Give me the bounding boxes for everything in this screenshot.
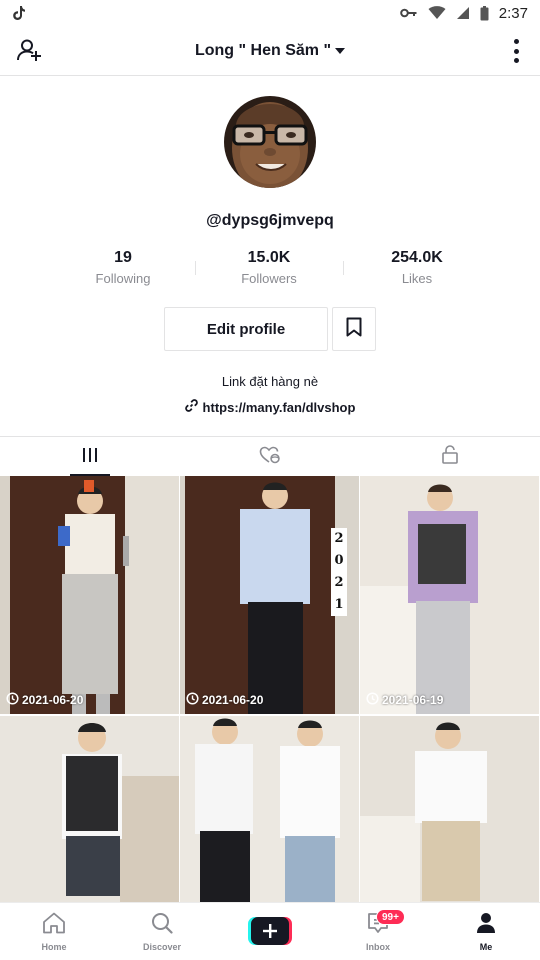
favorites-button[interactable] bbox=[332, 307, 376, 351]
tiktok-icon bbox=[12, 5, 26, 21]
wifi-icon bbox=[428, 6, 446, 20]
video-thumbnail[interactable] bbox=[360, 716, 539, 902]
home-icon bbox=[42, 912, 66, 939]
video-thumbnail[interactable] bbox=[0, 716, 179, 902]
video-thumbnail[interactable]: 2021-06-20 bbox=[0, 476, 179, 714]
overlay-char: 1 bbox=[334, 597, 344, 612]
video-date: 2021-06-20 bbox=[186, 692, 263, 708]
tab-private[interactable] bbox=[360, 437, 540, 477]
liked-videos-icon bbox=[259, 446, 281, 469]
profile-stats: 19 Following 15.0K Followers 254.0K Like… bbox=[0, 248, 540, 292]
stat-likes[interactable]: 254.0K Likes bbox=[342, 248, 492, 287]
nav-home[interactable]: Home bbox=[0, 903, 108, 960]
bio-link-text: https://many.fan/dlvshop bbox=[202, 399, 356, 415]
overlay-char: 2 bbox=[334, 575, 344, 590]
profile-header: Long " Hen Săm " bbox=[0, 26, 540, 76]
private-lock-icon bbox=[442, 445, 458, 469]
tab-videos[interactable] bbox=[0, 437, 180, 477]
bio-link[interactable]: https://many.fan/dlvshop bbox=[0, 399, 540, 415]
likes-label: Likes bbox=[401, 271, 433, 286]
following-count: 19 bbox=[114, 249, 132, 266]
nav-discover[interactable]: Discover bbox=[108, 903, 216, 960]
nav-label: Inbox bbox=[366, 942, 390, 952]
video-date: 2021-06-19 bbox=[366, 692, 443, 708]
search-icon bbox=[151, 912, 173, 939]
followers-label: Followers bbox=[241, 271, 297, 286]
video-thumbnail[interactable] bbox=[180, 716, 359, 902]
content-tabs bbox=[0, 436, 540, 476]
chevron-down-icon bbox=[335, 42, 346, 60]
more-vertical-icon[interactable] bbox=[512, 39, 520, 63]
nav-me[interactable]: Me bbox=[432, 903, 540, 960]
video-thumbnail[interactable]: 2021 2021-06-20 bbox=[180, 476, 359, 714]
account-switcher[interactable]: Long " Hen Săm " bbox=[194, 41, 346, 60]
nav-label: Discover bbox=[142, 942, 182, 952]
create-plus-icon[interactable] bbox=[248, 917, 292, 945]
followers-count: 15.0K bbox=[247, 249, 291, 266]
video-overlay-text: 2021 bbox=[331, 528, 347, 616]
bio-text: Link đặt hàng nè bbox=[221, 374, 319, 389]
video-date: 2021-06-20 bbox=[6, 692, 83, 708]
clock-icon bbox=[366, 692, 379, 708]
bookmark-icon bbox=[346, 317, 362, 342]
page-title: Long " Hen Săm " bbox=[194, 41, 332, 59]
stat-following[interactable]: 19 Following bbox=[48, 248, 198, 287]
nav-label: Home bbox=[41, 942, 67, 952]
battery-icon bbox=[480, 5, 489, 21]
add-user-icon[interactable] bbox=[16, 38, 44, 64]
avatar[interactable] bbox=[224, 96, 316, 188]
video-grid: 2021-06-20 2021 2021-06-20 2021-06-19 bbox=[0, 476, 540, 902]
username: @dypsg6jmvepq bbox=[206, 212, 334, 229]
inbox-badge: 99+ bbox=[376, 909, 405, 925]
key-icon bbox=[399, 8, 418, 18]
video-thumbnail[interactable]: 2021-06-19 bbox=[360, 476, 539, 714]
nav-label: Me bbox=[479, 942, 493, 952]
clock-icon bbox=[6, 692, 19, 708]
clock-icon bbox=[186, 692, 199, 708]
signal-icon bbox=[456, 6, 470, 20]
overlay-char: 0 bbox=[334, 553, 344, 568]
status-time: 2:37 bbox=[498, 4, 528, 22]
videos-grid-icon bbox=[82, 447, 98, 468]
link-icon bbox=[184, 399, 198, 415]
edit-profile-button[interactable]: Edit profile bbox=[164, 307, 328, 351]
bottom-nav: Home Discover Inbox 99+ Me bbox=[0, 902, 540, 960]
overlay-char: 2 bbox=[334, 531, 344, 546]
tab-liked[interactable] bbox=[180, 437, 360, 477]
stat-followers[interactable]: 15.0K Followers bbox=[194, 248, 344, 287]
likes-count: 254.0K bbox=[391, 249, 443, 266]
profile-icon bbox=[475, 912, 497, 939]
following-label: Following bbox=[95, 271, 151, 286]
status-bar: 2:37 bbox=[0, 0, 540, 26]
